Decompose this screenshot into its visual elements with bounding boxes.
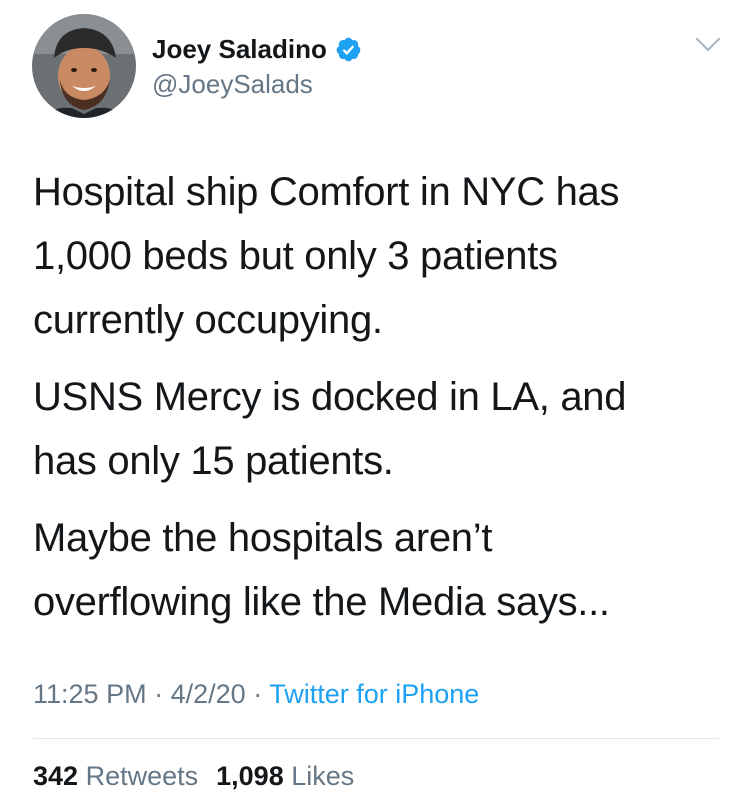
tweet: Joey Saladino @JoeySalads Hospital ship … [0,0,750,797]
author-row: Joey Saladino [152,32,362,66]
tweet-source-link[interactable]: Twitter for iPhone [269,679,479,709]
avatar-photo [32,14,136,118]
verified-badge-icon [335,36,362,63]
tweet-paragraph: USNS Mercy is docked in LA, and has only… [33,375,627,483]
chevron-down-icon[interactable] [694,36,722,54]
author-handle[interactable]: @JoeySalads [152,68,313,100]
likes-count: 1,098 [216,761,284,791]
avatar[interactable] [32,14,136,118]
tweet-date[interactable]: 4/2/20 [171,679,246,709]
display-name[interactable]: Joey Saladino [152,32,327,66]
retweets-stat[interactable]: 342 Retweets [33,761,198,791]
meta-separator: · [253,679,263,709]
retweets-label: Retweets [85,761,199,791]
meta-separator: · [154,679,164,709]
tweet-metadata: 11:25 PM · 4/2/20 · Twitter for iPhone [33,676,479,712]
tweet-time[interactable]: 11:25 PM [33,679,147,709]
engagement-stats: 342 Retweets 1,098 Likes [33,758,354,794]
divider [33,738,719,739]
tweet-text: Hospital ship Comfort in NYC has 1,000 b… [33,160,713,647]
likes-label: Likes [291,761,355,791]
tweet-paragraph: Maybe the hospitals aren’t overflowing l… [33,516,610,624]
likes-stat[interactable]: 1,098 Likes [216,761,354,791]
tweet-paragraph: Hospital ship Comfort in NYC has 1,000 b… [33,170,620,342]
retweets-count: 342 [33,761,79,791]
